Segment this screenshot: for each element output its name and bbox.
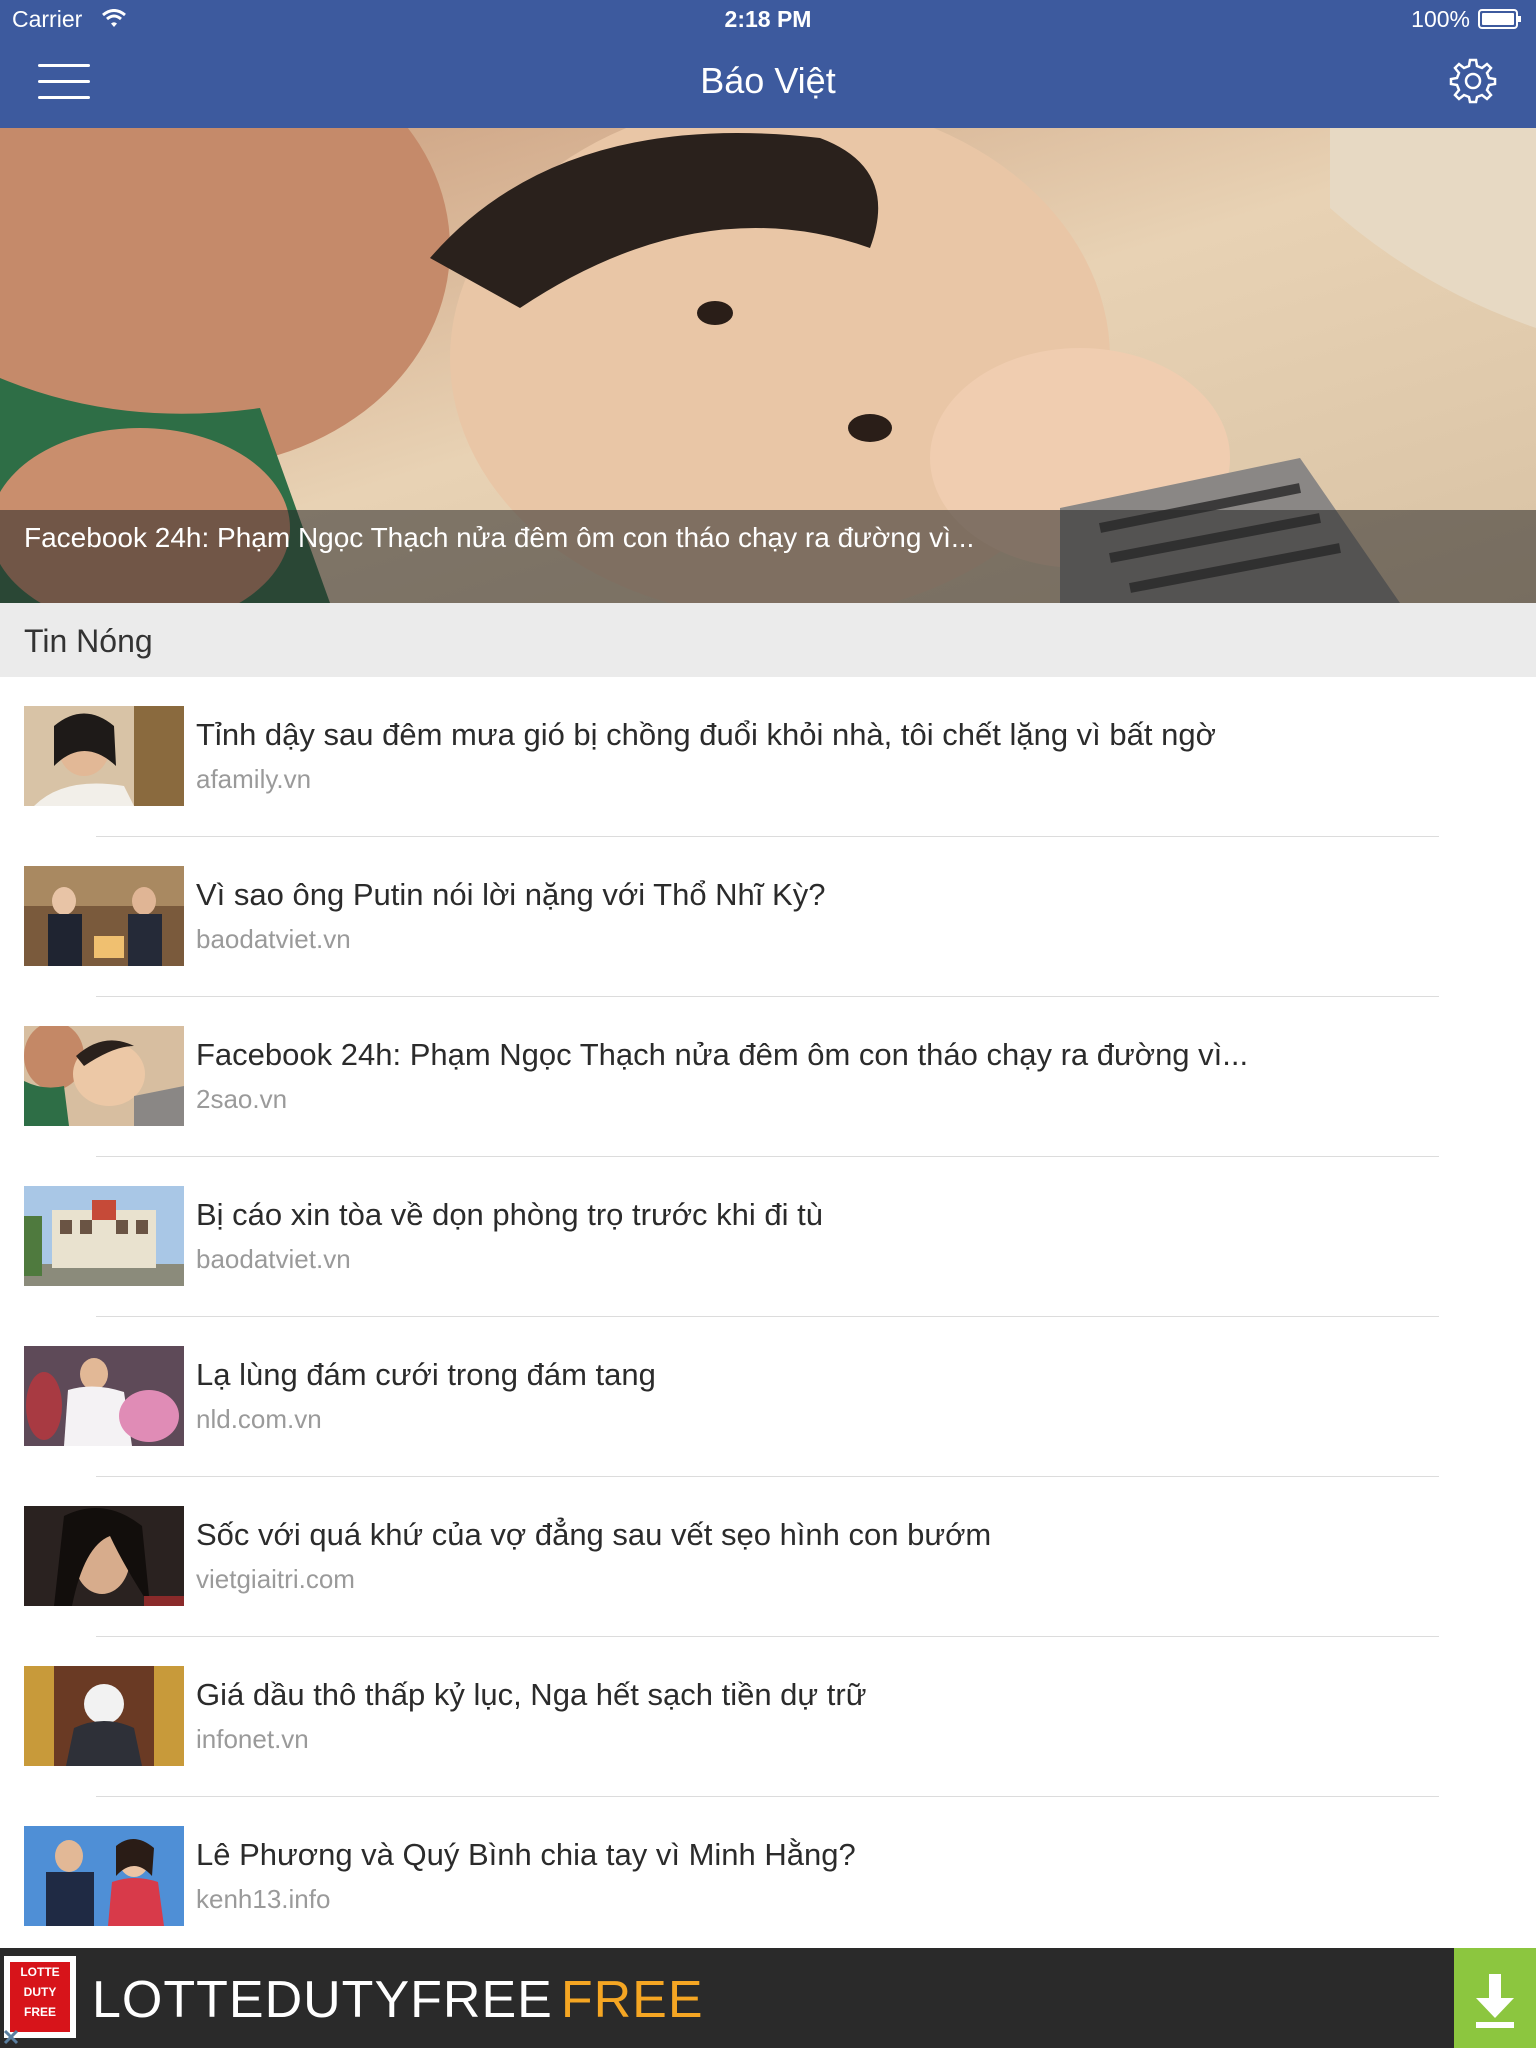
news-thumbnail — [24, 866, 184, 966]
gear-icon[interactable] — [1448, 56, 1498, 106]
news-item[interactable]: Facebook 24h: Phạm Ngọc Thạch nửa đêm ôm… — [0, 997, 1536, 1157]
news-thumbnail — [24, 1026, 184, 1126]
news-thumbnail — [24, 1666, 184, 1766]
section-header: Tin Nóng — [0, 603, 1536, 677]
download-icon — [1476, 1974, 1514, 2028]
status-battery-percent: 100% — [1411, 6, 1470, 32]
news-thumbnail — [24, 1186, 184, 1286]
news-item[interactable]: Giá dầu thô thấp kỷ lục, Nga hết sạch ti… — [0, 1637, 1536, 1797]
news-thumbnail — [24, 1506, 184, 1606]
hero-caption: Facebook 24h: Phạm Ngọc Thạch nửa đêm ôm… — [24, 522, 975, 553]
news-title: Vì sao ông Putin nói lời nặng với Thổ Nh… — [196, 877, 826, 912]
news-title: Facebook 24h: Phạm Ngọc Thạch nửa đêm ôm… — [196, 1037, 1249, 1072]
ad-banner[interactable]: LOTTE DUTY FREE LOTTEDUTYFREE FREE — [0, 1948, 1536, 2048]
news-item[interactable]: Lạ lùng đám cưới trong đám tang nld.com.… — [0, 1317, 1536, 1477]
news-source: infonet.vn — [196, 1724, 309, 1754]
hero-slider[interactable]: Facebook 24h: Phạm Ngọc Thạch nửa đêm ôm… — [0, 128, 1536, 603]
news-thumbnail — [24, 1346, 184, 1446]
page-title: Báo Việt — [700, 60, 836, 101]
status-time: 2:18 PM — [724, 6, 812, 32]
battery-icon — [1478, 9, 1521, 29]
news-item[interactable]: Bị cáo xin tòa về dọn phòng trọ trước kh… — [0, 1157, 1536, 1317]
news-source: afamily.vn — [196, 764, 312, 794]
news-source: kenh13.info — [196, 1884, 331, 1914]
ad-brand-text: LOTTEDUTYFREE FREE — [92, 1971, 704, 2029]
ad-tag: FREE — [560, 1971, 704, 2029]
news-thumbnail — [24, 706, 184, 806]
top-bar: Carrier 2:18 PM 100% Báo Việt — [0, 0, 1536, 128]
news-item[interactable]: Sốc với quá khứ của vợ đẳng sau vết sẹo … — [0, 1477, 1536, 1637]
news-title: Lạ lùng đám cưới trong đám tang — [196, 1357, 656, 1392]
news-title: Giá dầu thô thấp kỷ lục, Nga hết sạch ti… — [196, 1677, 867, 1712]
news-source: baodatviet.vn — [196, 924, 351, 954]
section-title: Tin Nóng — [24, 623, 153, 659]
news-title: Bị cáo xin tòa về dọn phòng trọ trước kh… — [196, 1197, 823, 1232]
news-item[interactable]: Vì sao ông Putin nói lời nặng với Thổ Nh… — [0, 837, 1536, 997]
news-source: 2sao.vn — [196, 1084, 288, 1114]
news-source: vietgiaitri.com — [196, 1564, 355, 1594]
news-source: baodatviet.vn — [196, 1244, 351, 1274]
close-icon[interactable] — [0, 2026, 22, 2048]
news-item[interactable]: Tỉnh dậy sau đêm mưa gió bị chồng đuổi k… — [0, 677, 1536, 837]
news-title: Tỉnh dậy sau đêm mưa gió bị chồng đuổi k… — [196, 717, 1216, 752]
download-button[interactable] — [1454, 1948, 1536, 2048]
news-source: nld.com.vn — [196, 1404, 322, 1434]
news-thumbnail — [24, 1826, 184, 1926]
news-title: Lê Phương và Quý Bình chia tay vì Minh H… — [196, 1837, 856, 1872]
news-title: Sốc với quá khứ của vợ đẳng sau vết sẹo … — [196, 1517, 992, 1552]
news-item[interactable]: Lê Phương và Quý Bình chia tay vì Minh H… — [0, 1797, 1536, 1957]
